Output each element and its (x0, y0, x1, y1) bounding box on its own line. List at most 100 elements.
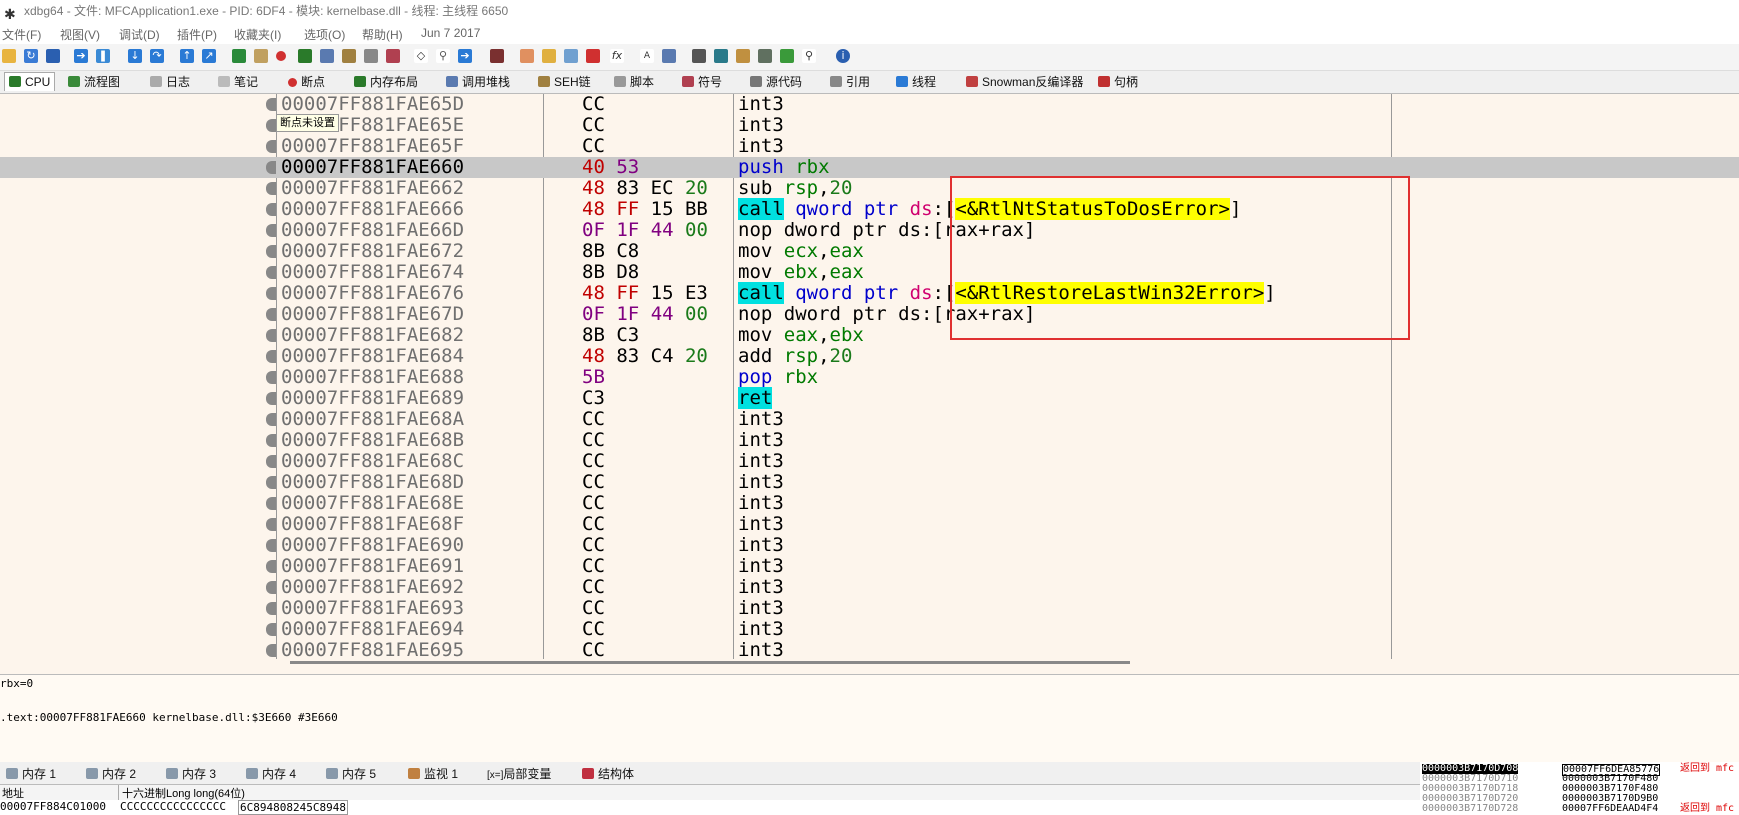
disasm-row[interactable]: 00007FF881FAE68C CC int3 (0, 451, 1739, 472)
attach-icon[interactable]: ⚲ (802, 49, 816, 63)
script-icon[interactable] (364, 49, 378, 63)
disasm-row[interactable]: 00007FF881FAE65F CC int3 (0, 136, 1739, 157)
breakpoint-marker[interactable] (266, 245, 276, 258)
disasm-row[interactable]: 00007FF881FAE674 8B D8 mov ebx,eax (0, 262, 1739, 283)
breakpoint-marker[interactable] (266, 371, 276, 384)
disasm-row[interactable]: 00007FF881FAE695 CC int3 (0, 640, 1739, 661)
tab-struct[interactable]: 结构体 (582, 765, 634, 782)
tab-notes[interactable]: 笔记 (218, 73, 258, 91)
symbols-icon[interactable] (386, 49, 400, 63)
breakpoint-marker[interactable] (266, 581, 276, 594)
restart-icon[interactable]: ↻ (24, 49, 38, 63)
disasm-row[interactable]: 00007FF881FAE662 48 83 EC 20 sub rsp,20 (0, 178, 1739, 199)
disasm-row[interactable]: 00007FF881FAE682 8B C3 mov eax,ebx (0, 325, 1739, 346)
disasm-row[interactable]: 00007FF881FAE688 5B pop rbx (0, 367, 1739, 388)
step-over-icon[interactable]: ↷ (150, 49, 164, 63)
functions-icon[interactable] (586, 49, 600, 63)
breakpoint-marker[interactable] (266, 539, 276, 552)
column-hex[interactable]: 十六进制Long long(64位) (118, 785, 245, 801)
tab-memory-3[interactable]: 内存 3 (166, 765, 216, 782)
disasm-row-selected[interactable]: 00007FF881FAE660 40 53 push rbx (0, 157, 1739, 178)
breakpoint-marker[interactable] (266, 434, 276, 447)
breakpoint-marker[interactable] (266, 623, 276, 636)
memory-map-icon[interactable] (298, 49, 312, 63)
tab-memory-map[interactable]: 内存布局 (354, 73, 418, 91)
breakpoint-marker[interactable] (266, 119, 276, 132)
disasm-row[interactable]: 00007FF881FAE68B CC int3 (0, 430, 1739, 451)
breakpoint-marker[interactable] (266, 560, 276, 573)
open-icon[interactable] (2, 49, 16, 63)
breakpoint-marker[interactable] (266, 644, 276, 657)
breakpoint-marker[interactable] (266, 98, 276, 111)
tab-breakpoints[interactable]: 断点 (288, 73, 325, 91)
bug-report-icon[interactable] (780, 49, 794, 63)
bookmarks-icon[interactable] (564, 49, 578, 63)
tab-seh[interactable]: SEH链 (538, 73, 591, 91)
stack-panel[interactable]: 0000003B7170D708 0000003B7170D710 000000… (1420, 762, 1739, 815)
menu-file[interactable]: 文件(F) (2, 26, 41, 43)
tab-memory-2[interactable]: 内存 2 (86, 765, 136, 782)
column-address[interactable]: 地址 (2, 785, 24, 801)
disasm-row[interactable]: 00007FF881FAE65E CC int3 (0, 115, 1739, 136)
disasm-row[interactable]: 00007FF881FAE693 CC int3 (0, 598, 1739, 619)
log-view-icon[interactable] (254, 49, 268, 63)
menu-favourites[interactable]: 收藏夹(I) (234, 26, 281, 43)
calculator-icon[interactable] (662, 49, 676, 63)
breakpoint-marker[interactable] (266, 266, 276, 279)
breakpoint-marker[interactable] (266, 518, 276, 531)
patches-icon[interactable] (490, 49, 504, 63)
tab-source[interactable]: 源代码 (750, 73, 802, 91)
disasm-row[interactable]: 00007FF881FAE68A CC int3 (0, 409, 1739, 430)
tab-graph[interactable]: 流程图 (68, 73, 120, 91)
menu-plugins[interactable]: 插件(P) (177, 26, 217, 43)
breakpoint-marker[interactable] (266, 413, 276, 426)
disasm-row[interactable]: 00007FF881FAE65D CC int3 (0, 94, 1739, 115)
pause-icon[interactable]: ❚ (96, 49, 110, 63)
breakpoint-marker[interactable] (266, 476, 276, 489)
tab-memory-5[interactable]: 内存 5 (326, 765, 376, 782)
run-to-user-code-icon[interactable]: ↗ (202, 49, 216, 63)
tab-log[interactable]: 日志 (150, 73, 190, 91)
disasm-row[interactable]: 00007FF881FAE68F CC int3 (0, 514, 1739, 535)
breakpoints-icon[interactable] (276, 51, 286, 61)
disasm-row[interactable]: 00007FF881FAE67D 0F 1F 44 00 nop dword ptr… (0, 304, 1739, 325)
variables-icon[interactable]: fx (610, 49, 624, 63)
tab-memory-1[interactable]: 内存 1 (6, 765, 56, 782)
execute-till-return-icon[interactable]: ↑ (180, 49, 194, 63)
tab-watch-1[interactable]: 监视 1 (408, 765, 458, 782)
breakpoint-marker[interactable] (266, 329, 276, 342)
disasm-row[interactable]: 00007FF881FAE689 C3 ret (0, 387, 1739, 409)
comments-icon[interactable] (520, 49, 534, 63)
seh-icon[interactable] (342, 49, 356, 63)
menu-help[interactable]: 帮助(H) (362, 26, 403, 43)
breakpoint-marker[interactable] (266, 350, 276, 363)
globe-icon[interactable] (714, 49, 728, 63)
disasm-row[interactable]: 00007FF881FAE691 CC int3 (0, 556, 1739, 577)
tab-cpu[interactable]: CPU (4, 72, 56, 91)
breakpoint-marker[interactable] (266, 140, 276, 153)
horizontal-scrollbar[interactable] (290, 661, 1130, 664)
disasm-row[interactable]: 00007FF881FAE68D CC int3 (0, 472, 1739, 493)
breakpoint-marker[interactable] (266, 287, 276, 300)
breakpoint-marker[interactable] (266, 203, 276, 216)
menu-debug[interactable]: 调试(D) (119, 26, 160, 43)
plugin-icon[interactable] (758, 49, 772, 63)
tab-handles[interactable]: 句柄 (1098, 73, 1138, 91)
labels-icon[interactable] (542, 49, 556, 63)
menu-view[interactable]: 视图(V) (60, 26, 100, 43)
tab-memory-4[interactable]: 内存 4 (246, 765, 296, 782)
breakpoint-marker[interactable] (266, 455, 276, 468)
menu-options[interactable]: 选项(O) (304, 26, 345, 43)
close-icon[interactable] (46, 49, 60, 63)
tab-snowman[interactable]: Snowman反编译器 (966, 73, 1083, 91)
cpu-view-icon[interactable] (232, 49, 246, 63)
disasm-row[interactable]: 00007FF881FAE672 8B C8 mov ecx,eax (0, 241, 1739, 262)
disassembly-view[interactable]: 00007FF881FAE65D CC int3 00007FF881FAE65E C… (0, 94, 1739, 674)
disasm-row[interactable]: 00007FF881FAE692 CC int3 (0, 577, 1739, 598)
tab-script[interactable]: 脚本 (614, 73, 654, 91)
tab-references[interactable]: 引用 (830, 73, 870, 91)
tab-symbols[interactable]: 符号 (682, 73, 722, 91)
tab-threads[interactable]: 线程 (896, 73, 936, 91)
disasm-row[interactable]: 00007FF881FAE676 48 FF 15 E3 call qword pt… (0, 282, 1739, 304)
source-icon[interactable]: ◇ (414, 49, 428, 63)
